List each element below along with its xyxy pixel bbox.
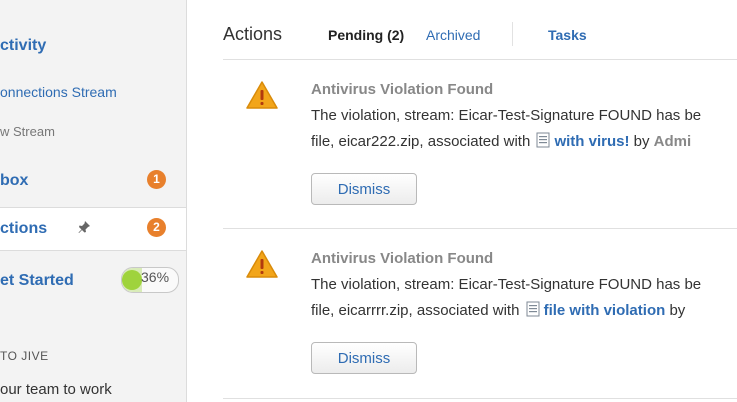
sidebar-item-activity[interactable]: ctivity — [0, 37, 46, 55]
warning-icon — [245, 249, 279, 279]
tab-tasks[interactable]: Tasks — [548, 27, 587, 43]
inbox-count-badge: 1 — [147, 170, 166, 189]
sidebar-item-actions-label: ctions — [0, 220, 48, 237]
document-link[interactable]: file with violation — [544, 302, 666, 319]
main-content: Actions Pending (2) Archived Tasks Antiv… — [187, 0, 737, 402]
sidebar: ctivity onnections Stream w Stream box 1… — [0, 0, 187, 402]
card-message: The violation, stream: Eicar-Test-Signat… — [311, 107, 702, 124]
dismiss-button[interactable]: Dismiss — [311, 342, 417, 374]
card-message: The violation, stream: Eicar-Test-Signat… — [311, 276, 702, 293]
tab-divider — [512, 22, 513, 46]
card-message-text: file, eicar222.zip, associated with — [311, 133, 531, 150]
dismiss-button[interactable]: Dismiss — [311, 173, 417, 205]
card-message-line2: file, eicarrrr.zip, associated with file… — [311, 301, 685, 319]
card-divider — [223, 398, 737, 399]
warning-icon — [245, 80, 279, 110]
sidebar-team-text: our team to work — [0, 381, 112, 398]
tab-archived[interactable]: Archived — [426, 27, 480, 43]
actions-count-badge: 2 — [147, 218, 166, 237]
tab-pending[interactable]: Pending (2) — [328, 27, 404, 43]
author-link[interactable]: Admi — [654, 133, 692, 150]
pin-icon[interactable] — [77, 220, 91, 237]
progress-indicator-icon — [122, 270, 142, 290]
sidebar-item-get-started[interactable]: et Started — [0, 272, 74, 290]
document-icon — [526, 301, 540, 317]
sidebar-item-new-stream[interactable]: w Stream — [0, 124, 55, 139]
page-title: Actions — [223, 24, 283, 44]
sidebar-item-inbox[interactable]: box — [0, 172, 28, 190]
sidebar-item-connections-stream[interactable]: onnections Stream — [0, 84, 117, 100]
sidebar-item-actions[interactable]: ctions 2 — [0, 207, 186, 251]
action-card: Antivirus Violation Found The violation,… — [223, 60, 737, 228]
card-title: Antivirus Violation Found — [311, 250, 494, 267]
card-message-line2: file, eicar222.zip, associated with with… — [311, 132, 691, 150]
card-by-text: by — [633, 133, 650, 150]
card-title: Antivirus Violation Found — [311, 81, 494, 98]
document-link[interactable]: with virus! — [554, 133, 629, 150]
action-card: Antivirus Violation Found The violation,… — [223, 229, 737, 402]
progress-percent: 36% — [141, 269, 170, 285]
card-message-text: file, eicarrrr.zip, associated with — [311, 302, 520, 319]
card-by-text: by — [669, 302, 686, 319]
section-heading-to-jive: TO JIVE — [0, 349, 49, 363]
document-icon — [536, 132, 550, 148]
